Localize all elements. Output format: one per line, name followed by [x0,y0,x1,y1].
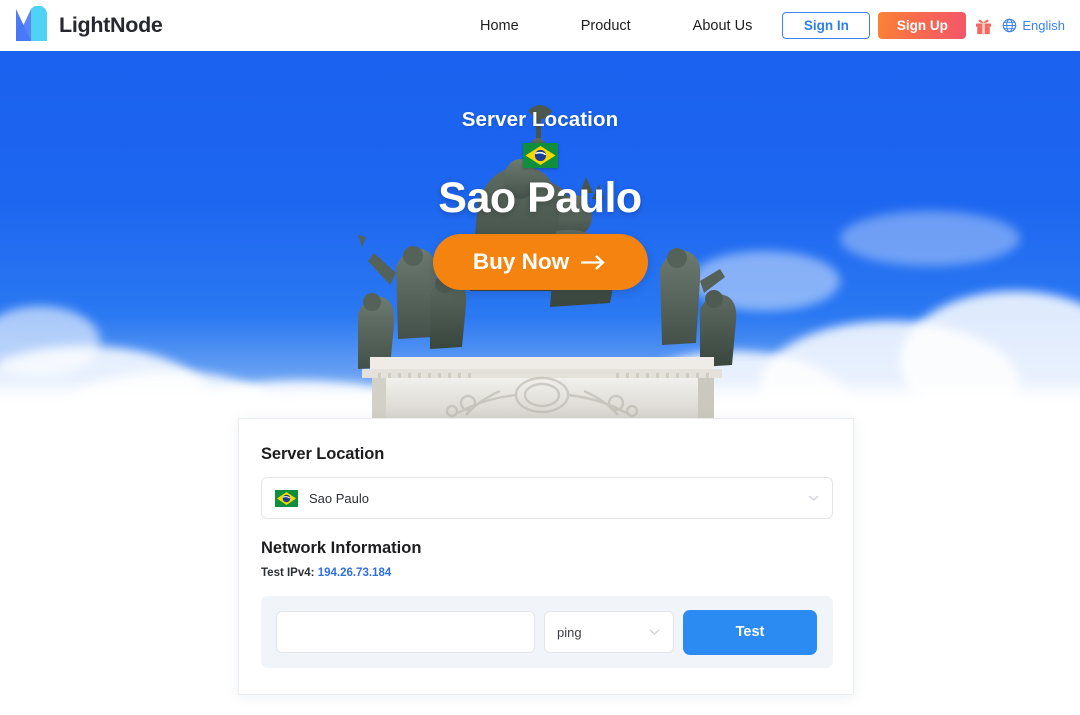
arrow-right-icon [581,254,605,270]
test-ipv4-row: Test IPv4: 194.26.73.184 [261,567,831,579]
buy-now-label: Buy Now [472,249,570,274]
nav-item-home[interactable]: Home [480,18,519,34]
test-ipv4-label: Test IPv4: [261,567,315,579]
brazil-flag-icon [522,143,558,168]
chevron-down-icon [808,495,819,501]
hero-banner: Server Location Sao Paulo Buy Now [0,51,1080,418]
sign-in-button[interactable]: Sign In [782,12,871,39]
main-nav: Home Product About Us [480,0,752,51]
test-method-select[interactable]: ping [544,611,674,653]
card-network-heading: Network Information [261,539,422,557]
lightnode-logo-icon [16,6,48,41]
test-ipv4-value[interactable]: 194.26.73.184 [318,567,392,579]
gift-icon[interactable] [975,17,992,35]
globe-icon [1003,18,1017,33]
header-actions: Sign In Sign Up English [782,0,1073,51]
hero-title: Server Location [461,108,619,131]
run-test-button[interactable]: Test [683,609,817,655]
brand-name: LightNode [59,12,163,37]
sign-up-button[interactable]: Sign Up [878,12,967,39]
card-server-location-heading: Server Location [261,445,385,463]
server-info-card: Server Location Sao Paulo Network Inform… [238,418,854,695]
network-test-input[interactable] [276,611,535,653]
chevron-down-icon [649,629,660,635]
brazil-flag-icon [275,489,298,507]
network-test-panel: ping Test [261,596,833,668]
language-selector[interactable]: English [1002,18,1065,33]
nav-item-product[interactable]: Product [581,18,631,34]
nav-item-about-us[interactable]: About Us [693,18,753,34]
test-method-value: ping [557,624,582,640]
site-header: LightNode Home Product About Us Sign In … [0,0,1080,51]
hero-city-name: Sao Paulo [438,174,642,222]
location-select[interactable]: Sao Paulo [261,477,833,519]
language-label: English [1022,18,1065,33]
location-select-value: Sao Paulo [309,490,369,506]
buy-now-button[interactable]: Buy Now [432,234,648,290]
hero-content: Server Location Sao Paulo Buy Now [0,51,1080,418]
brand-logo[interactable]: LightNode [14,6,163,44]
